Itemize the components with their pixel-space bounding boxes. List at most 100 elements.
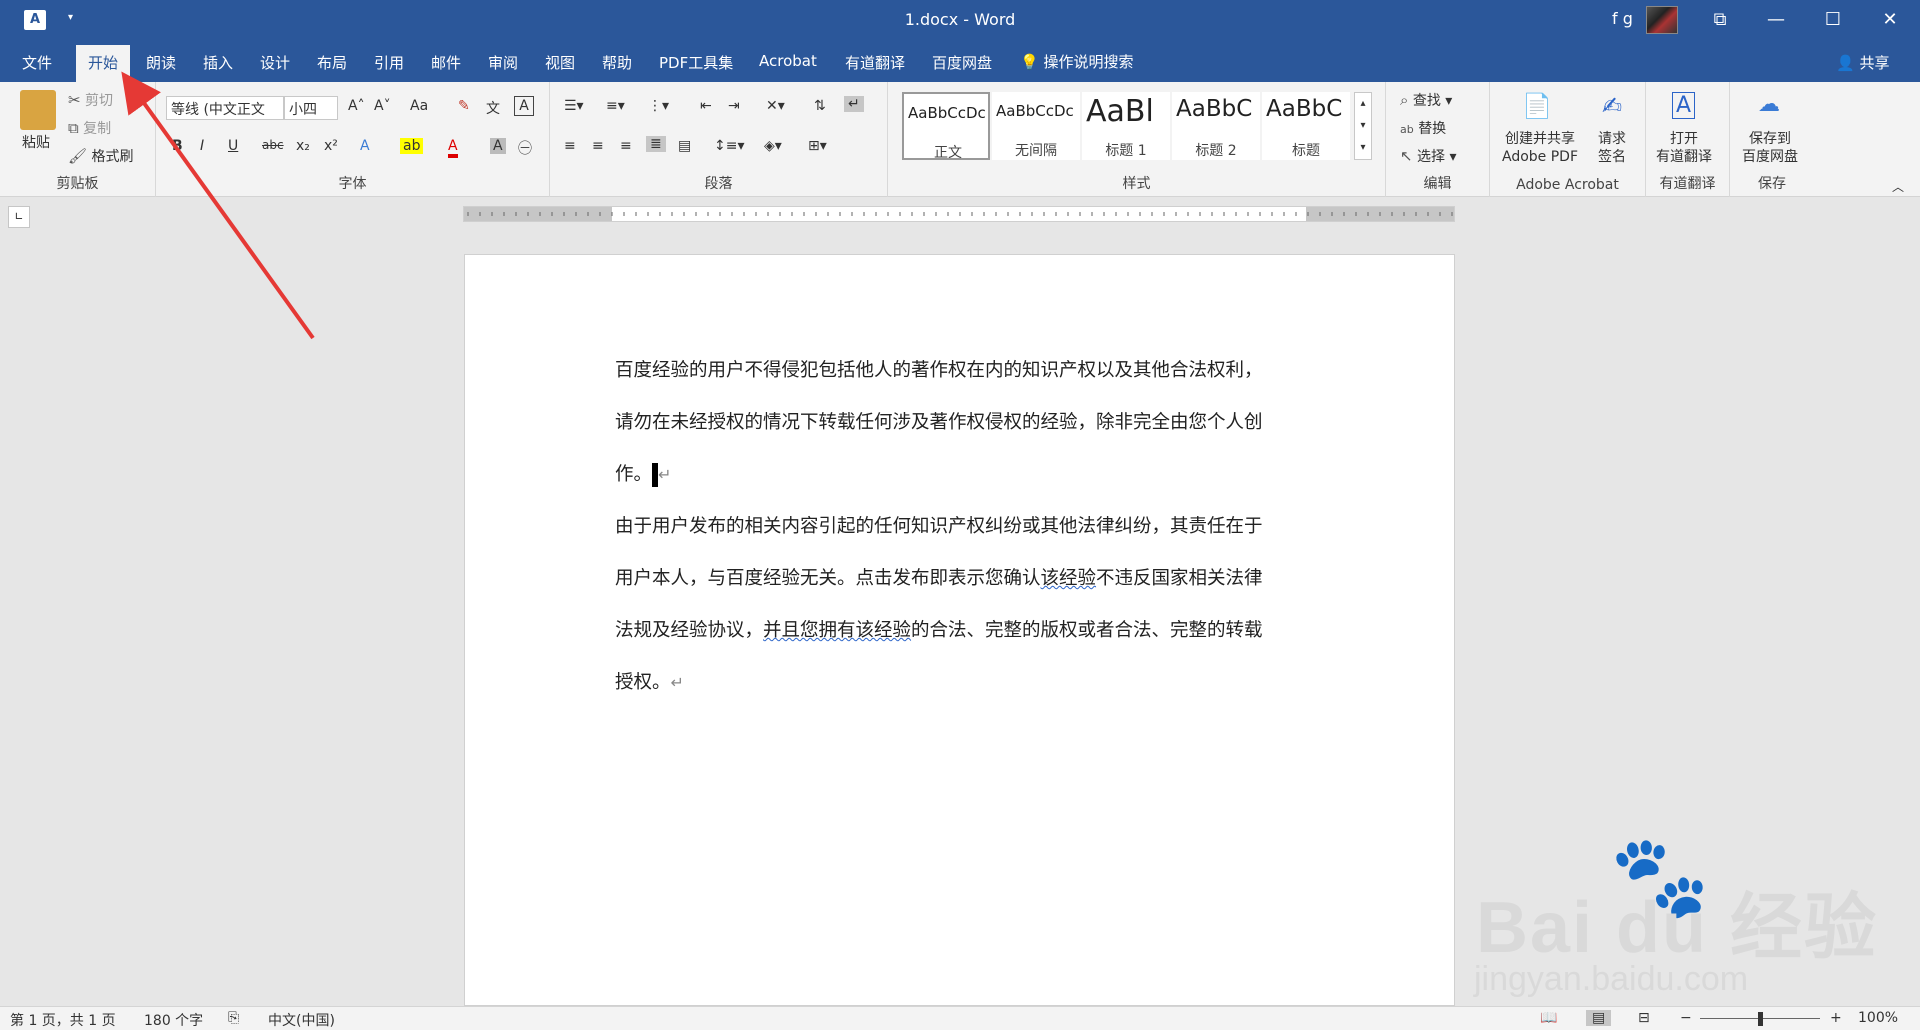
bold-button[interactable]: B (172, 138, 183, 154)
language[interactable]: 中文(中国) (268, 1010, 335, 1030)
align-center-icon[interactable]: ≡ (592, 138, 604, 154)
style-heading-2[interactable]: AaBbC 标题 2 (1172, 92, 1260, 160)
tab-insert[interactable]: 插入 (203, 52, 233, 73)
grammar-flag[interactable]: 并且您拥有该经验 (763, 620, 911, 641)
horizontal-ruler[interactable] (463, 206, 1455, 222)
increase-indent-icon[interactable]: ⇥ (728, 98, 740, 114)
grow-font-icon[interactable]: A˄ (348, 98, 365, 114)
grammar-flag[interactable]: 该经验 (1041, 568, 1097, 589)
char-shading-icon[interactable]: A (490, 138, 506, 154)
line-spacing-icon[interactable]: ↕≡▾ (714, 138, 745, 154)
select-button[interactable]: ↖ 选择 ▾ (1400, 146, 1457, 166)
justify-icon[interactable]: ≣ (646, 136, 666, 152)
font-name-dropdown[interactable]: 等线 (中文正文 (166, 96, 284, 120)
phonetic-guide-icon[interactable]: 文 (486, 98, 500, 118)
document-page[interactable]: 百度经验的用户不得侵犯包括他人的著作权在内的知识产权以及其他合法权利， 请勿在未… (464, 254, 1455, 1006)
style-heading-1[interactable]: AaBl 标题 1 (1082, 92, 1170, 160)
tab-home[interactable]: 开始 (76, 45, 131, 82)
paragraph-1[interactable]: 百度经验的用户不得侵犯包括他人的著作权在内的知识产权以及其他合法权利， 请勿在未… (615, 345, 1315, 501)
page-count[interactable]: 第 1 页，共 1 页 (10, 1010, 116, 1030)
tab-baidu-pan[interactable]: 百度网盘 (932, 52, 992, 73)
shrink-font-icon[interactable]: A˅ (374, 98, 391, 114)
maximize-button[interactable]: ☐ (1813, 6, 1853, 34)
text-effects-icon[interactable]: A (360, 138, 370, 154)
acrobat-label: Adobe Acrobat (1516, 177, 1619, 193)
zoom-in-icon[interactable]: + (1830, 1010, 1842, 1026)
copy-button[interactable]: ⧉ 复制 (68, 118, 111, 138)
decrease-indent-icon[interactable]: ⇤ (700, 98, 712, 114)
font-size-dropdown[interactable]: 小四 (284, 96, 338, 120)
zoom-slider-thumb[interactable] (1758, 1012, 1763, 1026)
minimize-button[interactable]: — (1756, 6, 1796, 34)
tab-layout[interactable]: 布局 (317, 52, 347, 73)
tab-youdao[interactable]: 有道翻译 (845, 52, 905, 73)
read-mode-icon[interactable]: 📖 (1540, 1010, 1557, 1026)
style-title[interactable]: AaBbC 标题 (1262, 92, 1350, 160)
share-button[interactable]: 👤 共享 (1836, 52, 1889, 73)
clear-format-icon[interactable]: ✎ (458, 98, 470, 114)
tab-pdf-tools[interactable]: PDF工具集 (659, 52, 733, 73)
collapse-ribbon-icon[interactable]: ︿ (1892, 178, 1904, 195)
enclose-char-icon[interactable]: ㊀ (518, 138, 532, 158)
cloud-icon[interactable]: ☁ (1758, 92, 1780, 117)
tab-read-aloud[interactable]: 朗读 (146, 52, 176, 73)
find-button[interactable]: ⌕ 查找 ▾ (1400, 90, 1452, 110)
tab-references[interactable]: 引用 (374, 52, 404, 73)
translate-icon[interactable]: A (1672, 92, 1696, 119)
italic-button[interactable]: I (200, 138, 204, 154)
char-border-icon[interactable]: A (514, 96, 534, 116)
zoom-level[interactable]: 100% (1858, 1010, 1898, 1026)
subscript-button[interactable]: x₂ (296, 138, 310, 154)
ribbon-display-options-icon[interactable]: ⧉ (1700, 6, 1740, 34)
close-button[interactable]: ✕ (1870, 6, 1910, 34)
multilevel-list-icon[interactable]: ⋮▾ (648, 98, 669, 114)
zoom-out-icon[interactable]: − (1680, 1010, 1692, 1026)
style-no-spacing[interactable]: AaBbCcDc 无间隔 (992, 92, 1080, 160)
tab-view[interactable]: 视图 (545, 52, 575, 73)
cut-button[interactable]: ✂ 剪切 (68, 90, 113, 110)
paragraph-2[interactable]: 由于用户发布的相关内容引起的任何知识产权纠纷或其他法律纠纷，其责任在于 用户本人… (615, 501, 1315, 709)
borders-icon[interactable]: ⊞▾ (808, 138, 827, 154)
tab-mailings[interactable]: 邮件 (431, 52, 461, 73)
distributed-icon[interactable]: ▤ (678, 138, 691, 154)
shading-icon[interactable]: ◈▾ (764, 138, 782, 154)
change-case-button[interactable]: Aa (410, 98, 428, 114)
open-youdao-button[interactable]: 打开 有道翻译 (1656, 130, 1712, 166)
tab-file[interactable]: 文件 (22, 52, 52, 73)
highlight-icon[interactable]: ab (400, 138, 424, 154)
underline-button[interactable]: U (228, 138, 238, 154)
show-marks-icon[interactable]: ↵ (844, 96, 864, 112)
tab-help[interactable]: 帮助 (602, 52, 632, 73)
bullets-icon[interactable]: ☰▾ (564, 98, 584, 114)
font-color-icon[interactable]: A (448, 138, 458, 158)
align-left-icon[interactable]: ≡ (564, 138, 576, 154)
avatar[interactable] (1646, 6, 1678, 34)
print-layout-icon[interactable]: ▤ (1586, 1010, 1612, 1026)
strikethrough-button[interactable]: abc (262, 138, 284, 152)
numbering-icon[interactable]: ≡▾ (606, 98, 625, 114)
create-share-pdf-button[interactable]: 创建并共享 Adobe PDF (1502, 130, 1578, 166)
web-layout-icon[interactable]: ⊟ (1638, 1010, 1650, 1026)
align-right-icon[interactable]: ≡ (620, 138, 632, 154)
sign-icon[interactable]: ✍ (1602, 92, 1622, 120)
tab-acrobat[interactable]: Acrobat (759, 52, 817, 70)
user-name[interactable]: f g (1612, 9, 1633, 28)
paste-button[interactable]: 粘贴 (22, 132, 50, 152)
tell-me-search[interactable]: 💡 操作说明搜索 (1020, 51, 1133, 72)
superscript-button[interactable]: x² (324, 138, 338, 154)
word-count[interactable]: 180 个字 (144, 1010, 203, 1030)
request-signature-button[interactable]: 请求 签名 (1598, 130, 1626, 166)
style-normal[interactable]: AaBbCcDc 正文 (902, 92, 990, 161)
tab-selector[interactable]: ∟ (8, 206, 30, 228)
chinese-layout-icon[interactable]: ✕▾ (766, 98, 785, 114)
format-painter-button[interactable]: 🖌 格式刷 (68, 146, 134, 166)
paste-icon[interactable] (20, 90, 56, 130)
styles-scroll[interactable]: ▴ ▾ ▾ (1354, 92, 1372, 160)
tab-review[interactable]: 审阅 (488, 52, 518, 73)
proofing-icon[interactable]: ⎘ (228, 1010, 239, 1026)
save-baidu-button[interactable]: 保存到 百度网盘 (1742, 130, 1798, 166)
create-pdf-icon[interactable]: 📄 (1522, 92, 1552, 120)
tab-design[interactable]: 设计 (260, 52, 290, 73)
sort-icon[interactable]: ⇅ (814, 98, 826, 114)
replace-button[interactable]: ab 替换 (1400, 118, 1446, 138)
